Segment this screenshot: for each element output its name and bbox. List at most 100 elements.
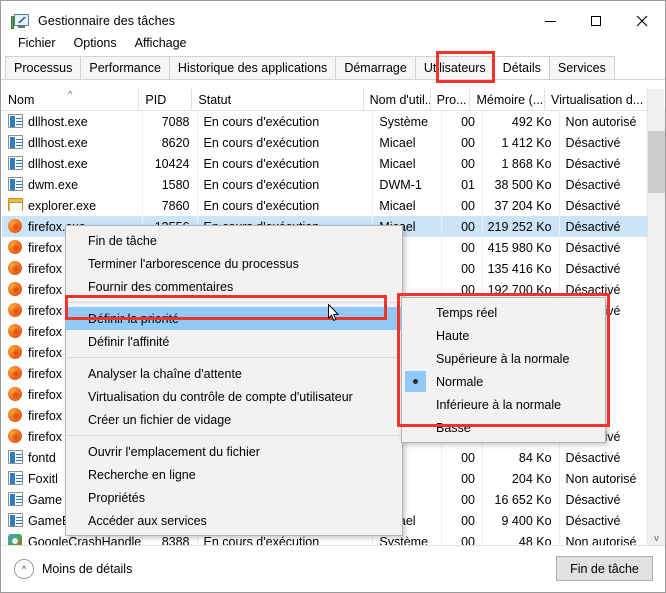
firefox-icon <box>8 282 23 297</box>
end-task-button[interactable]: Fin de tâche <box>556 556 653 581</box>
priority-option[interactable]: Supérieure à la normale <box>402 347 605 370</box>
cell-name: explorer.exe <box>2 195 144 216</box>
task-manager-icon <box>11 12 29 30</box>
tab-services[interactable]: Services <box>548 56 615 79</box>
cell-cpu: 01 <box>442 174 484 195</box>
tab-performance[interactable]: Performance <box>80 56 170 79</box>
tab-historique-des-applications[interactable]: Historique des applications <box>168 56 337 79</box>
task-manager-window: Gestionnaire des tâches Fichier Options … <box>0 0 666 593</box>
priority-option[interactable]: Haute <box>402 324 605 347</box>
cell-pid: 7088 <box>143 111 198 132</box>
cell-pid: 7860 <box>143 195 198 216</box>
generic-exe-icon <box>8 471 23 486</box>
priority-option[interactable]: Temps réel <box>402 301 605 324</box>
process-name: firefox <box>28 261 63 276</box>
vertical-scrollbar[interactable]: v <box>647 89 665 546</box>
scrollbar-thumb[interactable] <box>648 131 665 193</box>
generic-exe-icon <box>8 177 23 192</box>
firefox-icon <box>8 429 23 444</box>
process-name: Foxitl <box>28 471 58 486</box>
process-name: dllhost.exe <box>28 114 88 129</box>
menu-item-options[interactable]: Options <box>65 34 126 52</box>
process-context-menu: Fin de tâche Terminer l'arborescence du p… <box>65 225 403 536</box>
column-header-memoire[interactable]: Mémoire (... <box>470 89 546 111</box>
column-header-nom[interactable]: Nom ^ <box>2 89 140 111</box>
context-menu-item[interactable]: Définir la priorité <box>66 307 402 330</box>
cell-memory: 9 400 Ko <box>483 510 560 531</box>
less-details-button[interactable]: ^ Moins de détails <box>14 558 133 579</box>
column-header-nom-utilisateur[interactable]: Nom d'util... <box>364 89 431 111</box>
cell-cpu: 00 <box>442 447 484 468</box>
scroll-down-arrow[interactable]: v <box>648 529 665 546</box>
table-row[interactable]: dwm.exe 1580 En cours d'exécution DWM-1 01 38… <box>2 174 665 195</box>
column-label: Nom <box>8 93 35 107</box>
process-name: firefox <box>28 366 63 381</box>
cell-status: En cours d'exécution <box>198 132 374 153</box>
context-menu-item[interactable]: Ouvrir l'emplacement du fichier <box>66 440 402 463</box>
cell-status: En cours d'exécution <box>198 195 374 216</box>
cell-memory: 38 500 Ko <box>483 174 560 195</box>
window-title: Gestionnaire des tâches <box>38 14 176 28</box>
column-header-statut[interactable]: Statut <box>192 89 364 111</box>
table-row[interactable]: dllhost.exe 8620 En cours d'exécution Micae… <box>2 132 665 153</box>
priority-option[interactable]: Inférieure à la normale <box>402 393 605 416</box>
tab-processus[interactable]: Processus <box>5 56 82 79</box>
cell-cpu: 00 <box>442 258 484 279</box>
cell-status: En cours d'exécution <box>198 153 374 174</box>
process-name: dllhost.exe <box>28 135 88 150</box>
firefox-icon <box>8 345 23 360</box>
table-row[interactable]: dllhost.exe 10424 En cours d'exécution Mica… <box>2 153 665 174</box>
cell-cpu: 00 <box>442 510 484 531</box>
cell-status: En cours d'exécution <box>198 174 374 195</box>
context-menu-item[interactable]: Propriétés <box>66 486 402 509</box>
footer-bar: ^ Moins de détails Fin de tâche <box>2 545 665 591</box>
column-header-virtualisation[interactable]: Virtualisation d... <box>545 89 648 111</box>
process-name: dllhost.exe <box>28 156 88 171</box>
menu-separator <box>68 302 400 303</box>
cell-cpu: 00 <box>442 216 484 237</box>
cell-memory: 16 652 Ko <box>483 489 560 510</box>
process-name: Game <box>28 492 63 507</box>
cell-cpu: 00 <box>442 153 484 174</box>
table-row[interactable]: explorer.exe 7860 En cours d'exécution Mica… <box>2 195 665 216</box>
priority-option[interactable]: Basse <box>402 416 605 439</box>
cell-memory: 37 204 Ko <box>483 195 560 216</box>
context-menu-item[interactable]: Analyser la chaîne d'attente <box>66 362 402 385</box>
column-header-processeur[interactable]: Pro... <box>431 89 471 111</box>
cell-memory: 415 980 Ko <box>483 237 560 258</box>
process-name: explorer.exe <box>28 198 97 213</box>
context-menu-item[interactable]: Créer un fichier de vidage <box>66 408 402 431</box>
firefox-icon <box>8 324 23 339</box>
context-menu-item[interactable]: Fournir des commentaires <box>66 275 402 298</box>
context-menu-item[interactable]: Recherche en ligne <box>66 463 402 486</box>
column-header-pid[interactable]: PID <box>139 89 193 111</box>
cell-memory: 48 Ko <box>483 531 560 546</box>
context-menu-item[interactable]: Terminer l'arborescence du processus <box>66 252 402 275</box>
context-menu-item[interactable]: Définir l'affinité <box>66 330 402 353</box>
generic-exe-icon <box>8 156 23 171</box>
priority-option-label: Basse <box>436 420 471 435</box>
menu-item-fichier[interactable]: Fichier <box>9 34 65 52</box>
less-details-label: Moins de détails <box>42 561 133 576</box>
tab-details[interactable]: Détails <box>493 56 550 79</box>
cell-memory: 1 868 Ko <box>483 153 560 174</box>
cell-user: DWM-1 <box>373 174 443 195</box>
process-name: firefox <box>28 240 63 255</box>
process-name: firefox <box>28 429 63 444</box>
context-menu-item[interactable]: Fin de tâche <box>66 229 402 252</box>
table-row[interactable]: dllhost.exe 7088 En cours d'exécution Systè… <box>2 111 665 132</box>
process-name: firefox <box>28 345 63 360</box>
cell-user: Micael <box>373 153 443 174</box>
radio-selected-icon <box>405 371 426 392</box>
priority-option[interactable]: Normale <box>402 370 605 393</box>
folder-icon <box>8 198 23 213</box>
menu-item-affichage[interactable]: Affichage <box>126 34 196 52</box>
context-menu-item[interactable]: Virtualisation du contrôle de compte d'u… <box>66 385 402 408</box>
cell-cpu: 00 <box>442 489 484 510</box>
priority-option-label: Supérieure à la normale <box>436 351 570 366</box>
generic-exe-icon <box>8 450 23 465</box>
cell-cpu: 00 <box>442 468 484 489</box>
tab-utilisateurs[interactable]: Utilisateurs <box>414 56 495 79</box>
tab-demarrage[interactable]: Démarrage <box>335 56 416 79</box>
context-menu-item[interactable]: Accéder aux services <box>66 509 402 532</box>
